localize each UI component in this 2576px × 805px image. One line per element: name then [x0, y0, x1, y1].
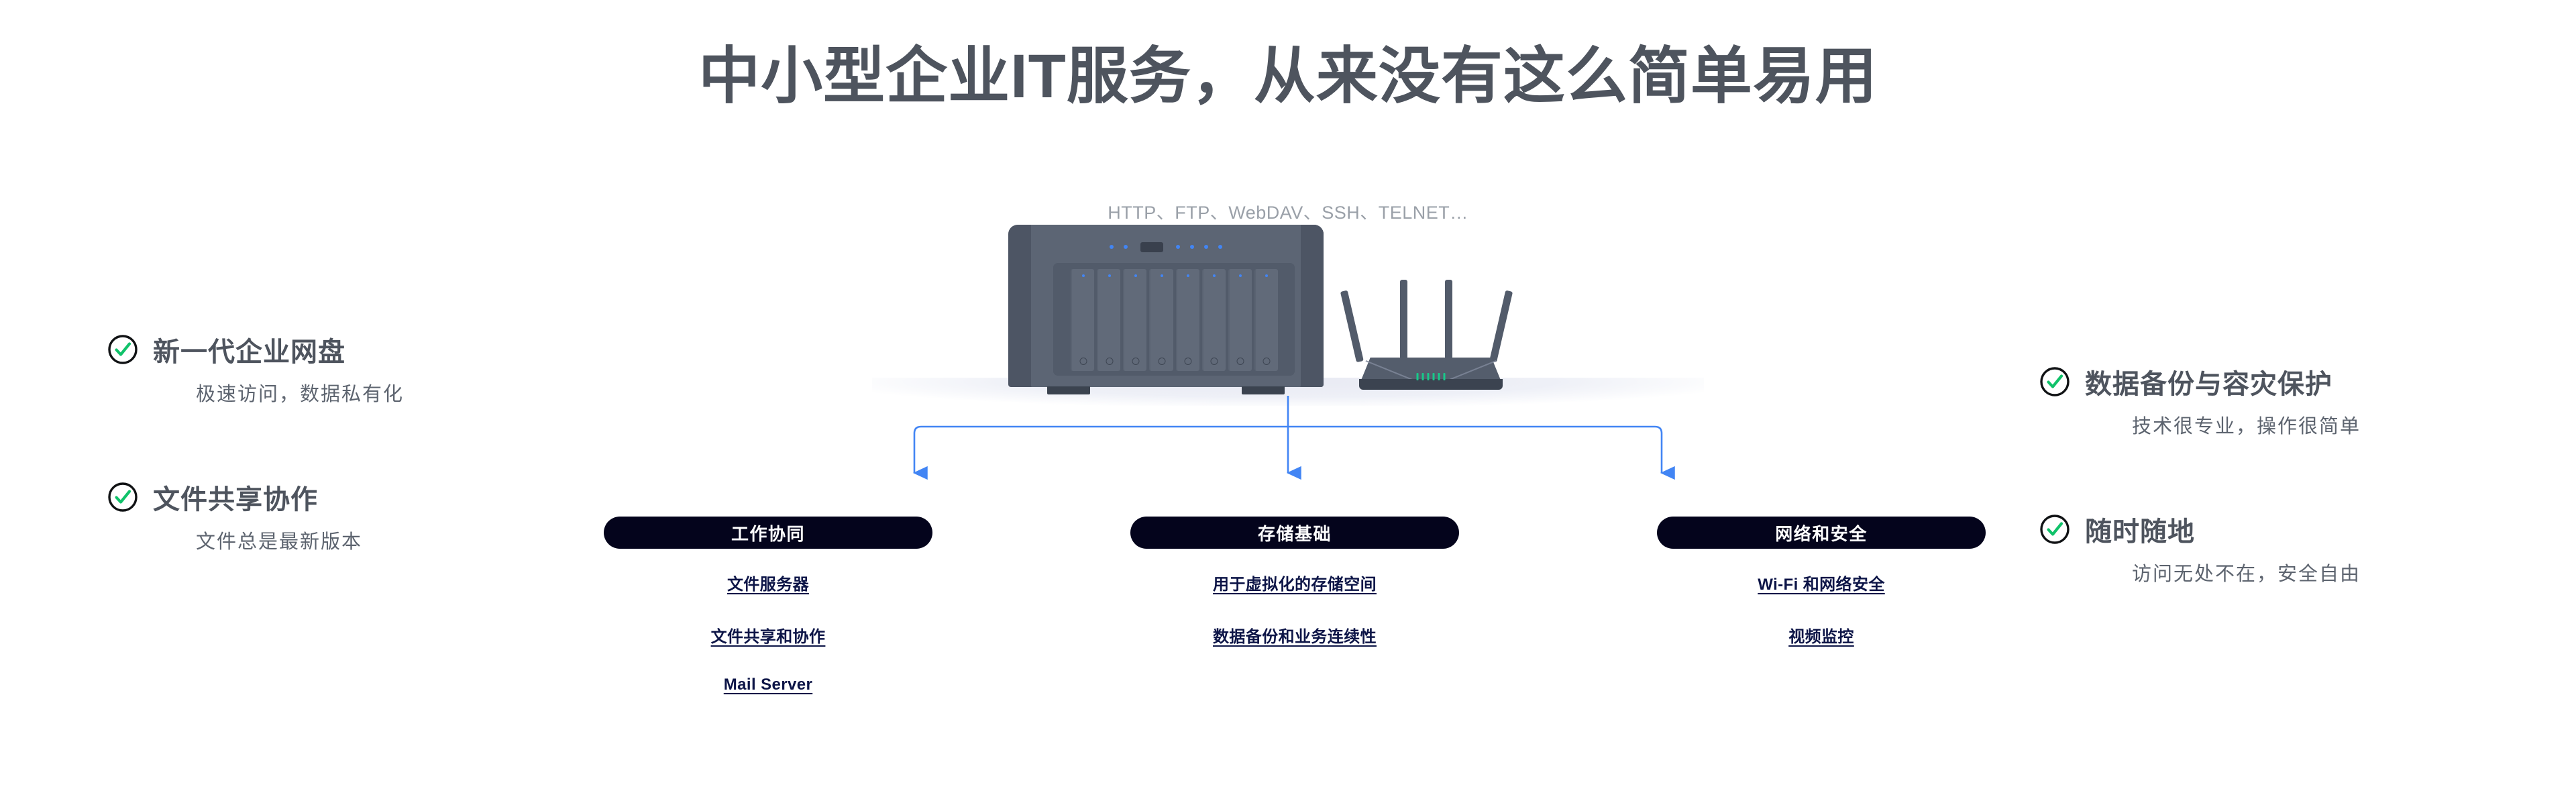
drive-bay — [1175, 269, 1199, 371]
nas-right-bezel — [1301, 225, 1324, 387]
antenna-icon — [1445, 280, 1452, 362]
router-led-icon — [1427, 373, 1430, 380]
category-column-collaboration: 工作协同 文件服务器 文件共享和协作 Mail Server — [604, 517, 932, 694]
category-link[interactable]: 用于虚拟化的存储空间 — [1213, 571, 1377, 594]
router-led-icon — [1432, 373, 1435, 380]
router-led-icon — [1416, 373, 1419, 380]
status-led-icon — [1204, 245, 1208, 249]
nas-drive-bays — [1071, 269, 1278, 371]
category-link[interactable]: 数据备份和业务连续性 — [1213, 623, 1377, 647]
category-label: 工作协同 — [731, 523, 805, 544]
nas-foot — [1242, 386, 1285, 394]
check-circle-icon — [107, 334, 138, 365]
feature-subtitle: 文件总是最新版本 — [196, 531, 363, 553]
category-link-list: Wi-Fi 和网络安全 视频监控 — [1657, 571, 1986, 647]
drive-release-button-icon — [1132, 358, 1140, 365]
feature-title: 新一代企业网盘 — [153, 337, 345, 367]
router-led-icon — [1438, 373, 1440, 380]
category-label: 网络和安全 — [1775, 523, 1868, 544]
feature-header: 新一代企业网盘 — [107, 330, 617, 369]
nas-device — [1008, 225, 1324, 394]
status-led-icon — [1124, 245, 1128, 249]
status-led-icon — [1176, 245, 1180, 249]
features-left: 新一代企业网盘 极速访问，数据私有化 文件共享协作 文件总是最新版本 — [107, 330, 617, 554]
drive-led-icon — [1108, 274, 1111, 277]
category-link-list: 用于虚拟化的存储空间 数据备份和业务连续性 — [1130, 571, 1459, 647]
features-right: 数据备份与容灾保护 技术很专业，操作很简单 随时随地 访问无处不在，安全自由 — [2039, 362, 2549, 586]
drive-bay — [1228, 269, 1252, 371]
category-box[interactable]: 网络和安全 — [1657, 517, 1986, 549]
drive-release-button-icon — [1079, 358, 1087, 365]
category-link[interactable]: Mail Server — [724, 676, 812, 694]
drive-led-icon — [1081, 274, 1085, 277]
router-led-icon — [1421, 373, 1424, 380]
antenna-icon — [1340, 290, 1364, 363]
feature-header: 文件共享协作 — [107, 478, 617, 517]
status-led-icon — [1190, 245, 1194, 249]
feature-item: 文件共享协作 文件总是最新版本 — [107, 478, 617, 554]
feature-subtitle: 极速访问，数据私有化 — [196, 384, 405, 405]
router-base — [1359, 379, 1503, 390]
drive-led-icon — [1213, 274, 1216, 277]
drive-release-button-icon — [1158, 358, 1166, 365]
feature-title: 数据备份与容灾保护 — [2085, 370, 2332, 399]
drive-release-button-icon — [1210, 358, 1218, 365]
check-circle-icon — [2039, 514, 2070, 545]
feature-header: 随时随地 — [2039, 510, 2549, 549]
drive-led-icon — [1239, 274, 1242, 277]
wifi-router — [1340, 278, 1515, 392]
drive-led-icon — [1134, 274, 1137, 277]
connector-arrows — [751, 396, 1825, 523]
drive-bay — [1201, 269, 1226, 371]
drive-bay — [1071, 269, 1095, 371]
category-columns: 工作协同 文件服务器 文件共享和协作 Mail Server 存储基础 用于虚拟… — [604, 517, 1986, 694]
drive-led-icon — [1160, 274, 1163, 277]
protocol-label: HTTP、FTP、WebDAV、SSH、TELNET… — [1108, 203, 1468, 223]
category-link[interactable]: 文件共享和协作 — [711, 623, 826, 647]
antenna-icon — [1489, 290, 1513, 363]
usb-port-icon — [1140, 241, 1163, 252]
drive-release-button-icon — [1184, 358, 1192, 365]
feature-header: 数据备份与容灾保护 — [2039, 362, 2549, 401]
check-circle-icon — [2039, 366, 2070, 397]
category-box[interactable]: 存储基础 — [1130, 517, 1459, 549]
category-link[interactable]: 视频监控 — [1788, 623, 1854, 647]
category-label: 存储基础 — [1257, 523, 1332, 544]
check-circle-icon — [107, 482, 138, 513]
status-led-icon — [1110, 245, 1114, 249]
router-led-strip — [1416, 373, 1446, 380]
feature-item: 数据备份与容灾保护 技术很专业，操作很简单 — [2039, 362, 2549, 439]
feature-item: 随时随地 访问无处不在，安全自由 — [2039, 510, 2549, 586]
category-column-storage: 存储基础 用于虚拟化的存储空间 数据备份和业务连续性 — [1130, 517, 1459, 694]
feature-subtitle: 访问无处不在，安全自由 — [2132, 564, 2361, 585]
feature-title: 随时随地 — [2085, 517, 2195, 547]
drive-bay — [1097, 269, 1121, 371]
drive-bay — [1254, 269, 1278, 371]
category-box[interactable]: 工作协同 — [604, 517, 932, 549]
diagram-page: 中小型企业IT服务，从来没有这么简单易用 HTTP、FTP、WebDAV、SSH… — [0, 0, 2576, 805]
page-title: 中小型企业IT服务，从来没有这么简单易用 — [698, 42, 1878, 111]
drive-release-button-icon — [1236, 358, 1244, 365]
category-link[interactable]: Wi-Fi 和网络安全 — [1758, 571, 1885, 594]
feature-subtitle: 技术很专业，操作很简单 — [2132, 416, 2361, 437]
drive-bay — [1149, 269, 1173, 371]
feature-title: 文件共享协作 — [153, 485, 318, 515]
drive-release-button-icon — [1106, 358, 1114, 365]
drive-release-button-icon — [1263, 358, 1271, 365]
hardware-illustration — [751, 225, 1825, 406]
drive-bay — [1123, 269, 1147, 371]
category-link-list: 文件服务器 文件共享和协作 Mail Server — [604, 571, 932, 694]
nas-status-led-strip — [1031, 239, 1301, 254]
router-led-icon — [1443, 373, 1446, 380]
category-link[interactable]: 文件服务器 — [727, 571, 809, 594]
antenna-icon — [1400, 280, 1407, 362]
drive-led-icon — [1265, 274, 1269, 277]
category-column-network: 网络和安全 Wi-Fi 和网络安全 视频监控 — [1657, 517, 1986, 694]
drive-led-icon — [1187, 274, 1190, 277]
status-led-icon — [1218, 245, 1222, 249]
feature-item: 新一代企业网盘 极速访问，数据私有化 — [107, 330, 617, 407]
nas-foot — [1047, 386, 1090, 394]
